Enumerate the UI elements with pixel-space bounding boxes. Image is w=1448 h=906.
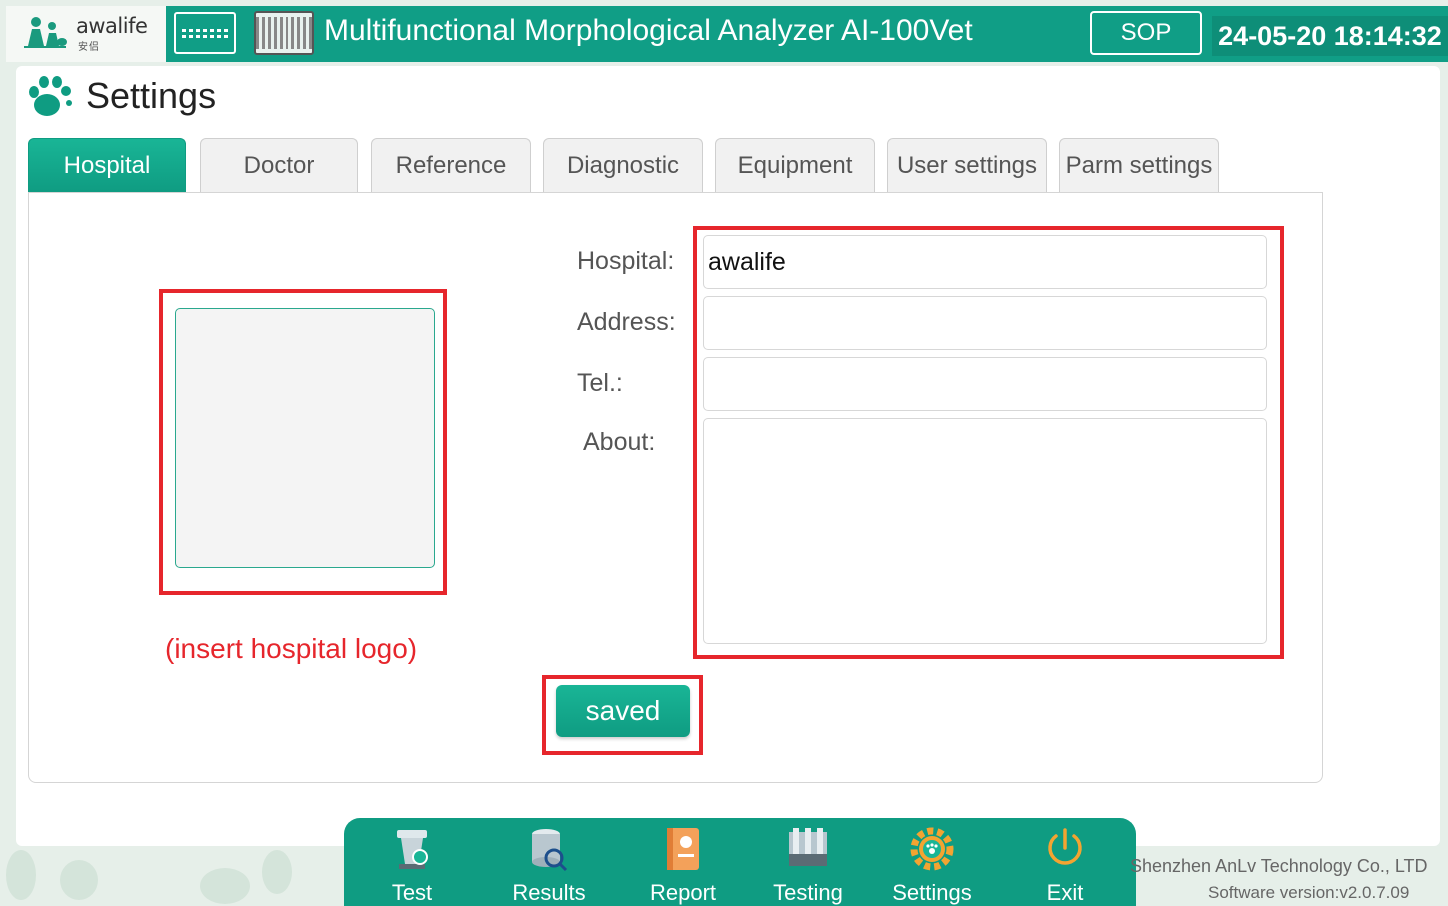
logo-subtext: 安侣 [78, 42, 100, 53]
background-paw-decoration [200, 868, 250, 904]
hospital-settings-form: (insert hospital logo) Hospital: Address… [28, 192, 1323, 783]
tab-diagnostic[interactable]: Diagnostic [543, 138, 703, 192]
nav-report[interactable]: Report [642, 818, 724, 906]
results-icon [532, 829, 568, 872]
page-title: Settings [86, 75, 217, 116]
about-label: About: [583, 428, 656, 456]
family-figure-icon [24, 17, 67, 48]
nav-testing-label: Testing [773, 880, 843, 905]
nav-test-label: Test [391, 880, 433, 905]
settings-panel: Settings Hospital Doctor Reference Diagn… [16, 66, 1440, 846]
nav-results-label: Results [512, 880, 586, 905]
logo-caption: (insert hospital logo) [165, 633, 418, 664]
background-paw-decoration [60, 860, 98, 900]
about-field[interactable] [703, 418, 1267, 644]
brand-logo: awalife 安侣 [6, 6, 166, 62]
tab-hospital[interactable]: Hospital [28, 138, 186, 192]
datetime-display: 24-05-20 18:14:32 [1212, 16, 1448, 56]
nav-settings[interactable]: Settings [888, 818, 976, 906]
barcode-icon [255, 17, 259, 49]
nav-exit-label: Exit [1046, 880, 1084, 905]
paw-icon [29, 76, 72, 116]
keyboard-button[interactable] [174, 12, 236, 54]
settings-icon [910, 827, 954, 871]
tab-equipment[interactable]: Equipment [715, 138, 875, 192]
barcode-scan-button[interactable] [254, 11, 314, 55]
hospital-name-field[interactable]: awalife [703, 235, 1267, 289]
address-label: Address: [577, 308, 676, 336]
address-field[interactable] [703, 296, 1267, 350]
tab-user-settings[interactable]: User settings [887, 138, 1047, 192]
test-icon [397, 830, 428, 869]
tel-field[interactable] [703, 357, 1267, 411]
top-bar: awalife 安侣 Multifunctional Morphological… [6, 6, 1448, 62]
save-button[interactable]: saved [556, 685, 690, 737]
nav-testing[interactable]: Testing [764, 818, 852, 906]
nav-exit[interactable]: Exit [1030, 818, 1100, 906]
sop-button[interactable]: SOP [1090, 11, 1202, 55]
software-version: Software version:v2.0.7.09 [1208, 883, 1410, 902]
tab-reference[interactable]: Reference [371, 138, 531, 192]
exit-icon [1048, 828, 1082, 865]
hospital-logo-upload[interactable] [175, 308, 435, 568]
app-title: Multifunctional Morphological Analyzer A… [324, 14, 973, 47]
nav-report-label: Report [649, 880, 717, 905]
testing-icon [789, 828, 827, 866]
keyboard-icon [182, 28, 228, 38]
page-header: Settings [26, 70, 216, 122]
bottom-navigation: Test Results Report Testing Settings Exi… [344, 818, 1136, 906]
background-paw-decoration [6, 850, 36, 900]
company-name: Shenzhen AnLv Technology Co., LTD [1130, 856, 1428, 876]
hospital-label: Hospital: [577, 247, 675, 275]
report-icon [667, 828, 699, 870]
tab-parm-settings[interactable]: Parm settings [1059, 138, 1219, 192]
background-paw-decoration [262, 850, 292, 894]
logo-text: awalife [76, 14, 148, 38]
nav-results[interactable]: Results [504, 818, 594, 906]
nav-settings-label: Settings [892, 880, 972, 905]
tab-doctor[interactable]: Doctor [200, 138, 358, 192]
nav-test[interactable]: Test [376, 818, 448, 906]
tel-label: Tel.: [577, 369, 623, 397]
